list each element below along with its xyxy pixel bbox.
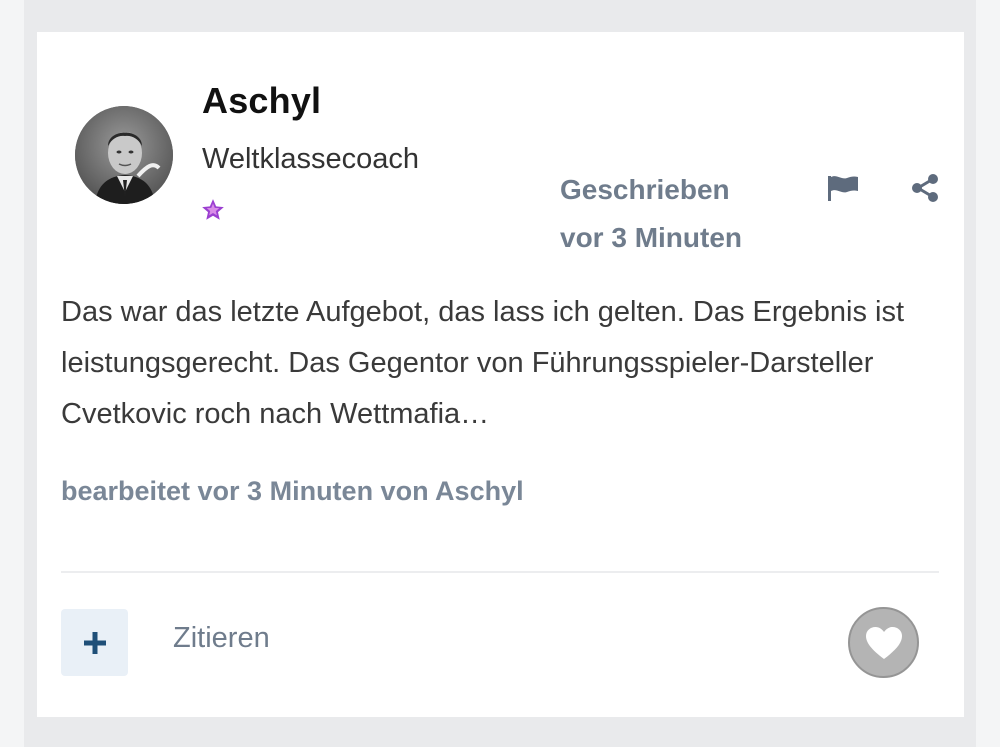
quote-button[interactable]: Zitieren xyxy=(173,622,270,655)
post-date[interactable]: Geschrieben vor 3 Minuten xyxy=(560,166,742,262)
post-content: Das war das letzte Aufgebot, das lass ic… xyxy=(61,296,905,430)
author-avatar[interactable] xyxy=(75,106,173,204)
star-icon xyxy=(200,197,226,223)
share-button[interactable] xyxy=(905,168,945,208)
divider xyxy=(61,571,939,573)
user-avatar-photo-icon xyxy=(75,106,173,204)
like-button[interactable] xyxy=(848,607,919,678)
multiquote-button[interactable] xyxy=(61,609,128,676)
post-date-line2: vor 3 Minuten xyxy=(560,222,743,253)
author-rank-title: Weltklassecoach xyxy=(202,143,420,175)
plus-icon xyxy=(83,631,106,654)
heart-icon xyxy=(865,626,902,659)
share-icon xyxy=(912,174,938,202)
flag-icon xyxy=(828,176,858,201)
author-name[interactable]: Aschyl xyxy=(202,80,321,122)
forum-post: Aschyl Weltklassecoach Geschrieben vor 3… xyxy=(37,32,964,717)
post-date-line1: Geschrieben xyxy=(560,174,730,205)
edit-note: bearbeitet vor 3 Minuten von Aschyl xyxy=(61,476,524,506)
report-button[interactable] xyxy=(823,168,863,208)
